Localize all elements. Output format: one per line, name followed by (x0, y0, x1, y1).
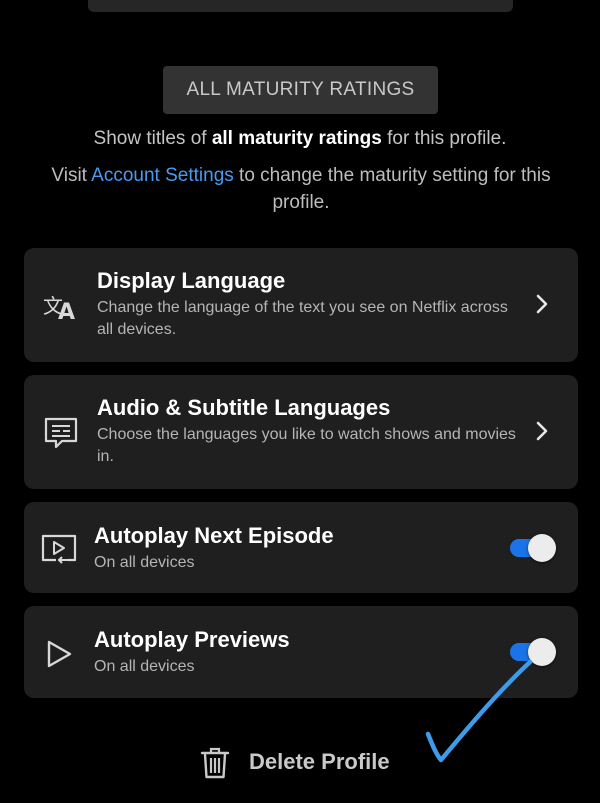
autoplay-next-episode-card: Autoplay Next Episode On all devices (24, 502, 578, 593)
delete-profile-label: Delete Profile (249, 749, 390, 774)
account-settings-link[interactable]: Account Settings (91, 165, 234, 186)
toggle-knob (528, 638, 556, 666)
audio-subtitle-card[interactable]: Audio & Subtitle Languages Choose the la… (24, 375, 578, 489)
maturity-note-prefix: Visit (51, 165, 92, 186)
play-icon (42, 635, 80, 673)
subtitles-icon (42, 413, 80, 451)
toggle-knob (528, 534, 556, 562)
maturity-description: Show titles of all maturity ratings for … (0, 128, 600, 150)
display-language-title: Display Language (97, 268, 286, 293)
display-language-description: Change the language of the text you see … (97, 299, 508, 338)
autoplay-previews-title: Autoplay Previews (94, 627, 290, 652)
maturity-account-note: Visit Account Settings to change the mat… (36, 162, 566, 216)
autoplay-next-toggle[interactable] (510, 533, 556, 563)
autoplay-previews-card: Autoplay Previews On all devices (24, 606, 578, 698)
autoplay-next-icon (40, 530, 78, 568)
profile-name-field[interactable] (88, 0, 513, 12)
maturity-desc-prefix: Show titles of (93, 128, 212, 149)
audio-subtitle-title: Audio & Subtitle Languages (97, 395, 391, 420)
chevron-right-icon (534, 293, 550, 315)
language-icon: 文 A (42, 286, 80, 324)
delete-profile-button[interactable]: Delete Profile (200, 744, 420, 780)
display-language-card[interactable]: 文 A Display Language Change the language… (24, 248, 578, 362)
autoplay-next-title: Autoplay Next Episode (94, 523, 334, 548)
audio-subtitle-description: Choose the languages you like to watch s… (97, 426, 516, 465)
maturity-desc-bold: all maturity ratings (211, 128, 382, 149)
autoplay-previews-toggle[interactable] (510, 637, 556, 667)
trash-icon (200, 746, 230, 780)
autoplay-previews-description: On all devices (94, 658, 195, 675)
maturity-desc-suffix: for this profile. (381, 128, 507, 149)
svg-text:A: A (58, 300, 75, 324)
autoplay-next-description: On all devices (94, 554, 195, 571)
maturity-note-suffix: to change the maturity setting for this … (233, 165, 551, 213)
chevron-right-icon (534, 420, 550, 442)
maturity-rating-badge: ALL MATURITY RATINGS (163, 66, 438, 114)
